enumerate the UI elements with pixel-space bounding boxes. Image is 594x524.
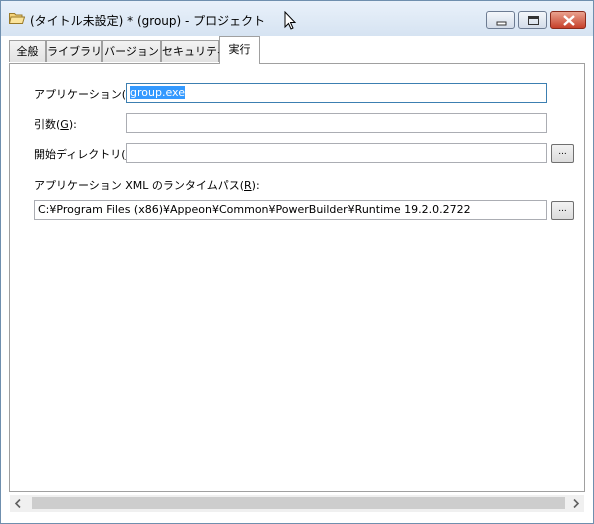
minimize-icon [496,21,507,26]
application-field[interactable]: group.exe [126,83,547,103]
arrow-left-icon[interactable] [10,495,27,512]
tab-strip: 全般 ライブラリ バージョン セキュリティ 実行 [9,36,585,64]
start-directory-browse-button[interactable]: ... [551,144,574,163]
project-window: (タイトル未設定) * (group) - プロジェクト 全般 ライブラリ バー… [0,0,594,524]
arguments-field[interactable] [126,113,547,133]
minimize-button[interactable] [486,11,515,29]
scrollbar-thumb[interactable] [32,497,565,509]
application-value: group.exe [130,86,185,99]
tab-version[interactable]: バージョン [102,40,161,62]
mouse-cursor-icon [284,11,297,30]
tab-run[interactable]: 実行 [219,36,260,64]
horizontal-scrollbar[interactable] [10,495,584,512]
tab-security[interactable]: セキュリティ [161,40,227,62]
start-directory-field[interactable] [126,143,547,163]
close-icon [563,15,575,26]
runtime-path-value: C:¥Program Files (x86)¥Appeon¥Common¥Pow… [38,203,471,216]
maximize-button[interactable] [518,11,547,29]
open-folder-icon [9,13,25,24]
close-button[interactable] [550,11,586,29]
window-title: (タイトル未設定) * (group) - プロジェクト [30,14,266,28]
arrow-right-icon[interactable] [567,495,584,512]
runtime-path-field[interactable]: C:¥Program Files (x86)¥Appeon¥Common¥Pow… [34,200,547,220]
maximize-icon [528,16,539,25]
start-directory-label: 開始ディレクトリ(S): [34,148,141,161]
tab-library[interactable]: ライブラリ [46,40,102,62]
runtime-path-label: アプリケーション XML のランタイムパス(R): [34,179,260,192]
tab-general[interactable]: 全般 [9,40,46,62]
title-bar[interactable]: (タイトル未設定) * (group) - プロジェクト [1,1,593,36]
arguments-label: 引数(G): [34,118,77,131]
runtime-path-browse-button[interactable]: ... [551,201,574,220]
